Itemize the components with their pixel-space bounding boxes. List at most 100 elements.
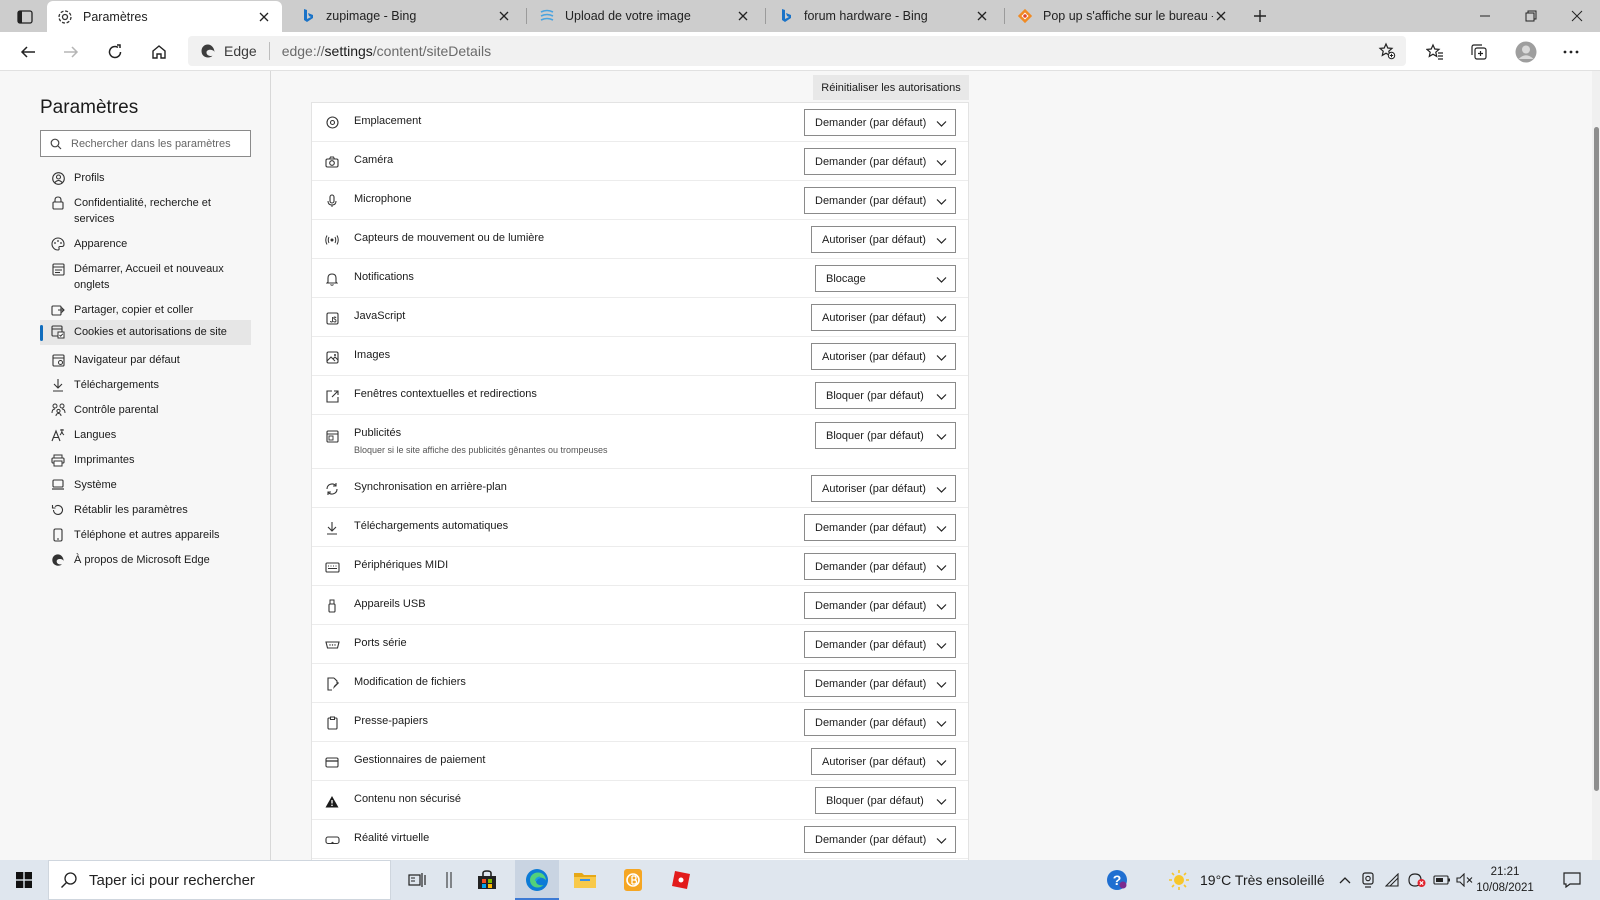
permission-dropdown[interactable]: Demander (par défaut): [804, 187, 956, 214]
sidebar-item-navigateur[interactable]: Navigateur par défaut: [40, 349, 251, 371]
sidebar-item-profils[interactable]: Profils: [40, 167, 251, 189]
sidebar-item-cookies[interactable]: Cookies et autorisations de site: [40, 320, 251, 345]
sidebar-item-imprimantes[interactable]: Imprimantes: [40, 449, 251, 471]
edge-taskbar-button[interactable]: [515, 860, 559, 900]
close-window-button[interactable]: [1554, 0, 1600, 32]
permission-label: Périphériques MIDI: [354, 559, 449, 571]
close-tab-icon[interactable]: [735, 8, 751, 24]
tab-popup-forum[interactable]: Pop up s'affiche sur le bureau - \: [1007, 0, 1239, 32]
store-app-button[interactable]: [466, 860, 508, 900]
dropdown-value: Autoriser (par défaut): [822, 233, 926, 246]
restore-icon: [1525, 10, 1537, 22]
sticky-app-button[interactable]: [611, 860, 655, 900]
permission-row: Ports série Demander (par défaut): [312, 625, 968, 664]
help-button[interactable]: ?: [1102, 860, 1132, 900]
tab-title: zupimage - Bing: [326, 9, 417, 23]
new-tab-button[interactable]: [1238, 0, 1282, 32]
folder-icon: [574, 873, 596, 888]
permission-dropdown[interactable]: Demander (par défaut): [804, 109, 956, 136]
close-tab-icon[interactable]: [256, 9, 272, 25]
sidebar-item-partager[interactable]: Partager, copier et coller: [40, 299, 251, 321]
permission-dropdown[interactable]: Demander (par défaut): [804, 592, 956, 619]
back-button[interactable]: [12, 36, 44, 68]
tab-settings[interactable]: Paramètres: [47, 1, 282, 32]
sidebar-item-apparence[interactable]: Apparence: [40, 233, 251, 255]
permission-dropdown[interactable]: Autoriser (par défaut): [811, 304, 956, 331]
dropdown-value: Blocage: [826, 272, 866, 285]
permission-dropdown[interactable]: Autoriser (par défaut): [811, 748, 956, 775]
permission-dropdown[interactable]: Blocage: [815, 265, 956, 292]
network-icon[interactable]: [1382, 860, 1404, 900]
permission-dropdown[interactable]: Bloquer (par défaut): [815, 382, 956, 409]
sidebar-item-a-propos[interactable]: À propos de Microsoft Edge: [40, 549, 251, 571]
tab-upload-image[interactable]: Upload de votre image: [529, 0, 761, 32]
close-tab-icon[interactable]: [1213, 8, 1229, 24]
permission-dropdown[interactable]: Demander (par défaut): [804, 631, 956, 658]
red-app-button[interactable]: [659, 860, 703, 900]
browser-icon: [50, 352, 66, 368]
permission-dropdown[interactable]: Autoriser (par défaut): [811, 475, 956, 502]
close-tab-icon[interactable]: [974, 8, 990, 24]
permission-dropdown[interactable]: Demander (par défaut): [804, 709, 956, 736]
antivirus-icon[interactable]: [1405, 860, 1429, 900]
weather-icon[interactable]: [1166, 860, 1192, 900]
sidebar-item-langues[interactable]: Langues: [40, 424, 251, 446]
permission-dropdown[interactable]: Autoriser (par défaut): [811, 226, 956, 253]
sidebar-item-demarrer[interactable]: Démarrer, Accueil et nouveaux onglets: [40, 258, 251, 296]
scrollbar-thumb[interactable]: [1594, 127, 1599, 791]
chevron-down-icon: [936, 799, 947, 805]
tab-actions-button[interactable]: [10, 6, 40, 28]
add-favorite-button[interactable]: [1376, 40, 1398, 62]
sidebar-item-systeme[interactable]: Système: [40, 474, 251, 496]
more-menu-button[interactable]: [1555, 36, 1587, 68]
sidebar-item-telechargements[interactable]: Téléchargements: [40, 374, 251, 396]
chevron-down-icon: [936, 434, 947, 440]
sidebar-item-telephone[interactable]: Téléphone et autres appareils: [40, 524, 251, 546]
tab-zupimage-bing[interactable]: zupimage - Bing: [290, 0, 522, 32]
sidebar-item-label: Téléphone et autres appareils: [74, 529, 220, 541]
search-input[interactable]: [71, 137, 241, 150]
permission-dropdown[interactable]: Demander (par défaut): [804, 670, 956, 697]
minimize-button[interactable]: [1462, 0, 1508, 32]
profile-button[interactable]: [1510, 36, 1542, 68]
reset-permissions-button[interactable]: Réinitialiser les autorisations: [813, 75, 969, 100]
refresh-button[interactable]: [99, 36, 131, 68]
sidebar-item-confidentialite[interactable]: Confidentialité, recherche et services: [40, 192, 251, 230]
permission-dropdown[interactable]: Autoriser (par défaut): [811, 343, 956, 370]
notification-center-button[interactable]: [1552, 860, 1592, 900]
permission-dropdown[interactable]: Bloquer (par défaut): [815, 787, 956, 814]
chevron-down-icon: [936, 355, 947, 361]
permission-dropdown[interactable]: Bloquer (par défaut): [815, 422, 956, 449]
address-bar[interactable]: Edge edge://settings/content/siteDetails: [188, 36, 1406, 66]
permission-dropdown[interactable]: Demander (par défaut): [804, 553, 956, 580]
tray-device-icon[interactable]: [1357, 860, 1379, 900]
taskbar-search[interactable]: Taper ici pour rechercher: [48, 860, 391, 900]
avatar-icon: [1515, 41, 1537, 63]
task-view-button[interactable]: [400, 860, 434, 900]
show-hidden-icons-button[interactable]: [1334, 860, 1356, 900]
permission-dropdown[interactable]: Demander (par défaut): [804, 826, 956, 853]
system-clock[interactable]: 21:21 10/08/2021: [1470, 864, 1540, 896]
weather-text[interactable]: 19°C Très ensoleillé: [1200, 872, 1325, 888]
close-tab-icon[interactable]: [496, 8, 512, 24]
tab-forum-hardware-bing[interactable]: forum hardware - Bing: [768, 0, 1000, 32]
permission-label: Synchronisation en arrière-plan: [354, 481, 507, 493]
home-button[interactable]: [143, 36, 175, 68]
favorites-button[interactable]: [1419, 36, 1451, 68]
permission-dropdown[interactable]: Demander (par défaut): [804, 514, 956, 541]
permission-dropdown[interactable]: Demander (par défaut): [804, 148, 956, 175]
start-button[interactable]: [0, 860, 48, 900]
settings-search[interactable]: [40, 130, 251, 157]
profile-icon: [50, 170, 66, 186]
sidebar-item-controle-parental[interactable]: Contrôle parental: [40, 399, 251, 421]
file-explorer-button[interactable]: [563, 860, 607, 900]
sidebar-item-retablir[interactable]: Rétablir les paramètres: [40, 499, 251, 521]
edge-icon: [526, 869, 548, 891]
collections-button[interactable]: [1463, 36, 1495, 68]
printer-icon: [50, 452, 66, 468]
forward-button[interactable]: [55, 36, 87, 68]
permission-label: Emplacement: [354, 115, 422, 127]
restore-button[interactable]: [1508, 0, 1554, 32]
battery-icon[interactable]: [1431, 860, 1453, 900]
help-icon: ?: [1107, 870, 1127, 890]
